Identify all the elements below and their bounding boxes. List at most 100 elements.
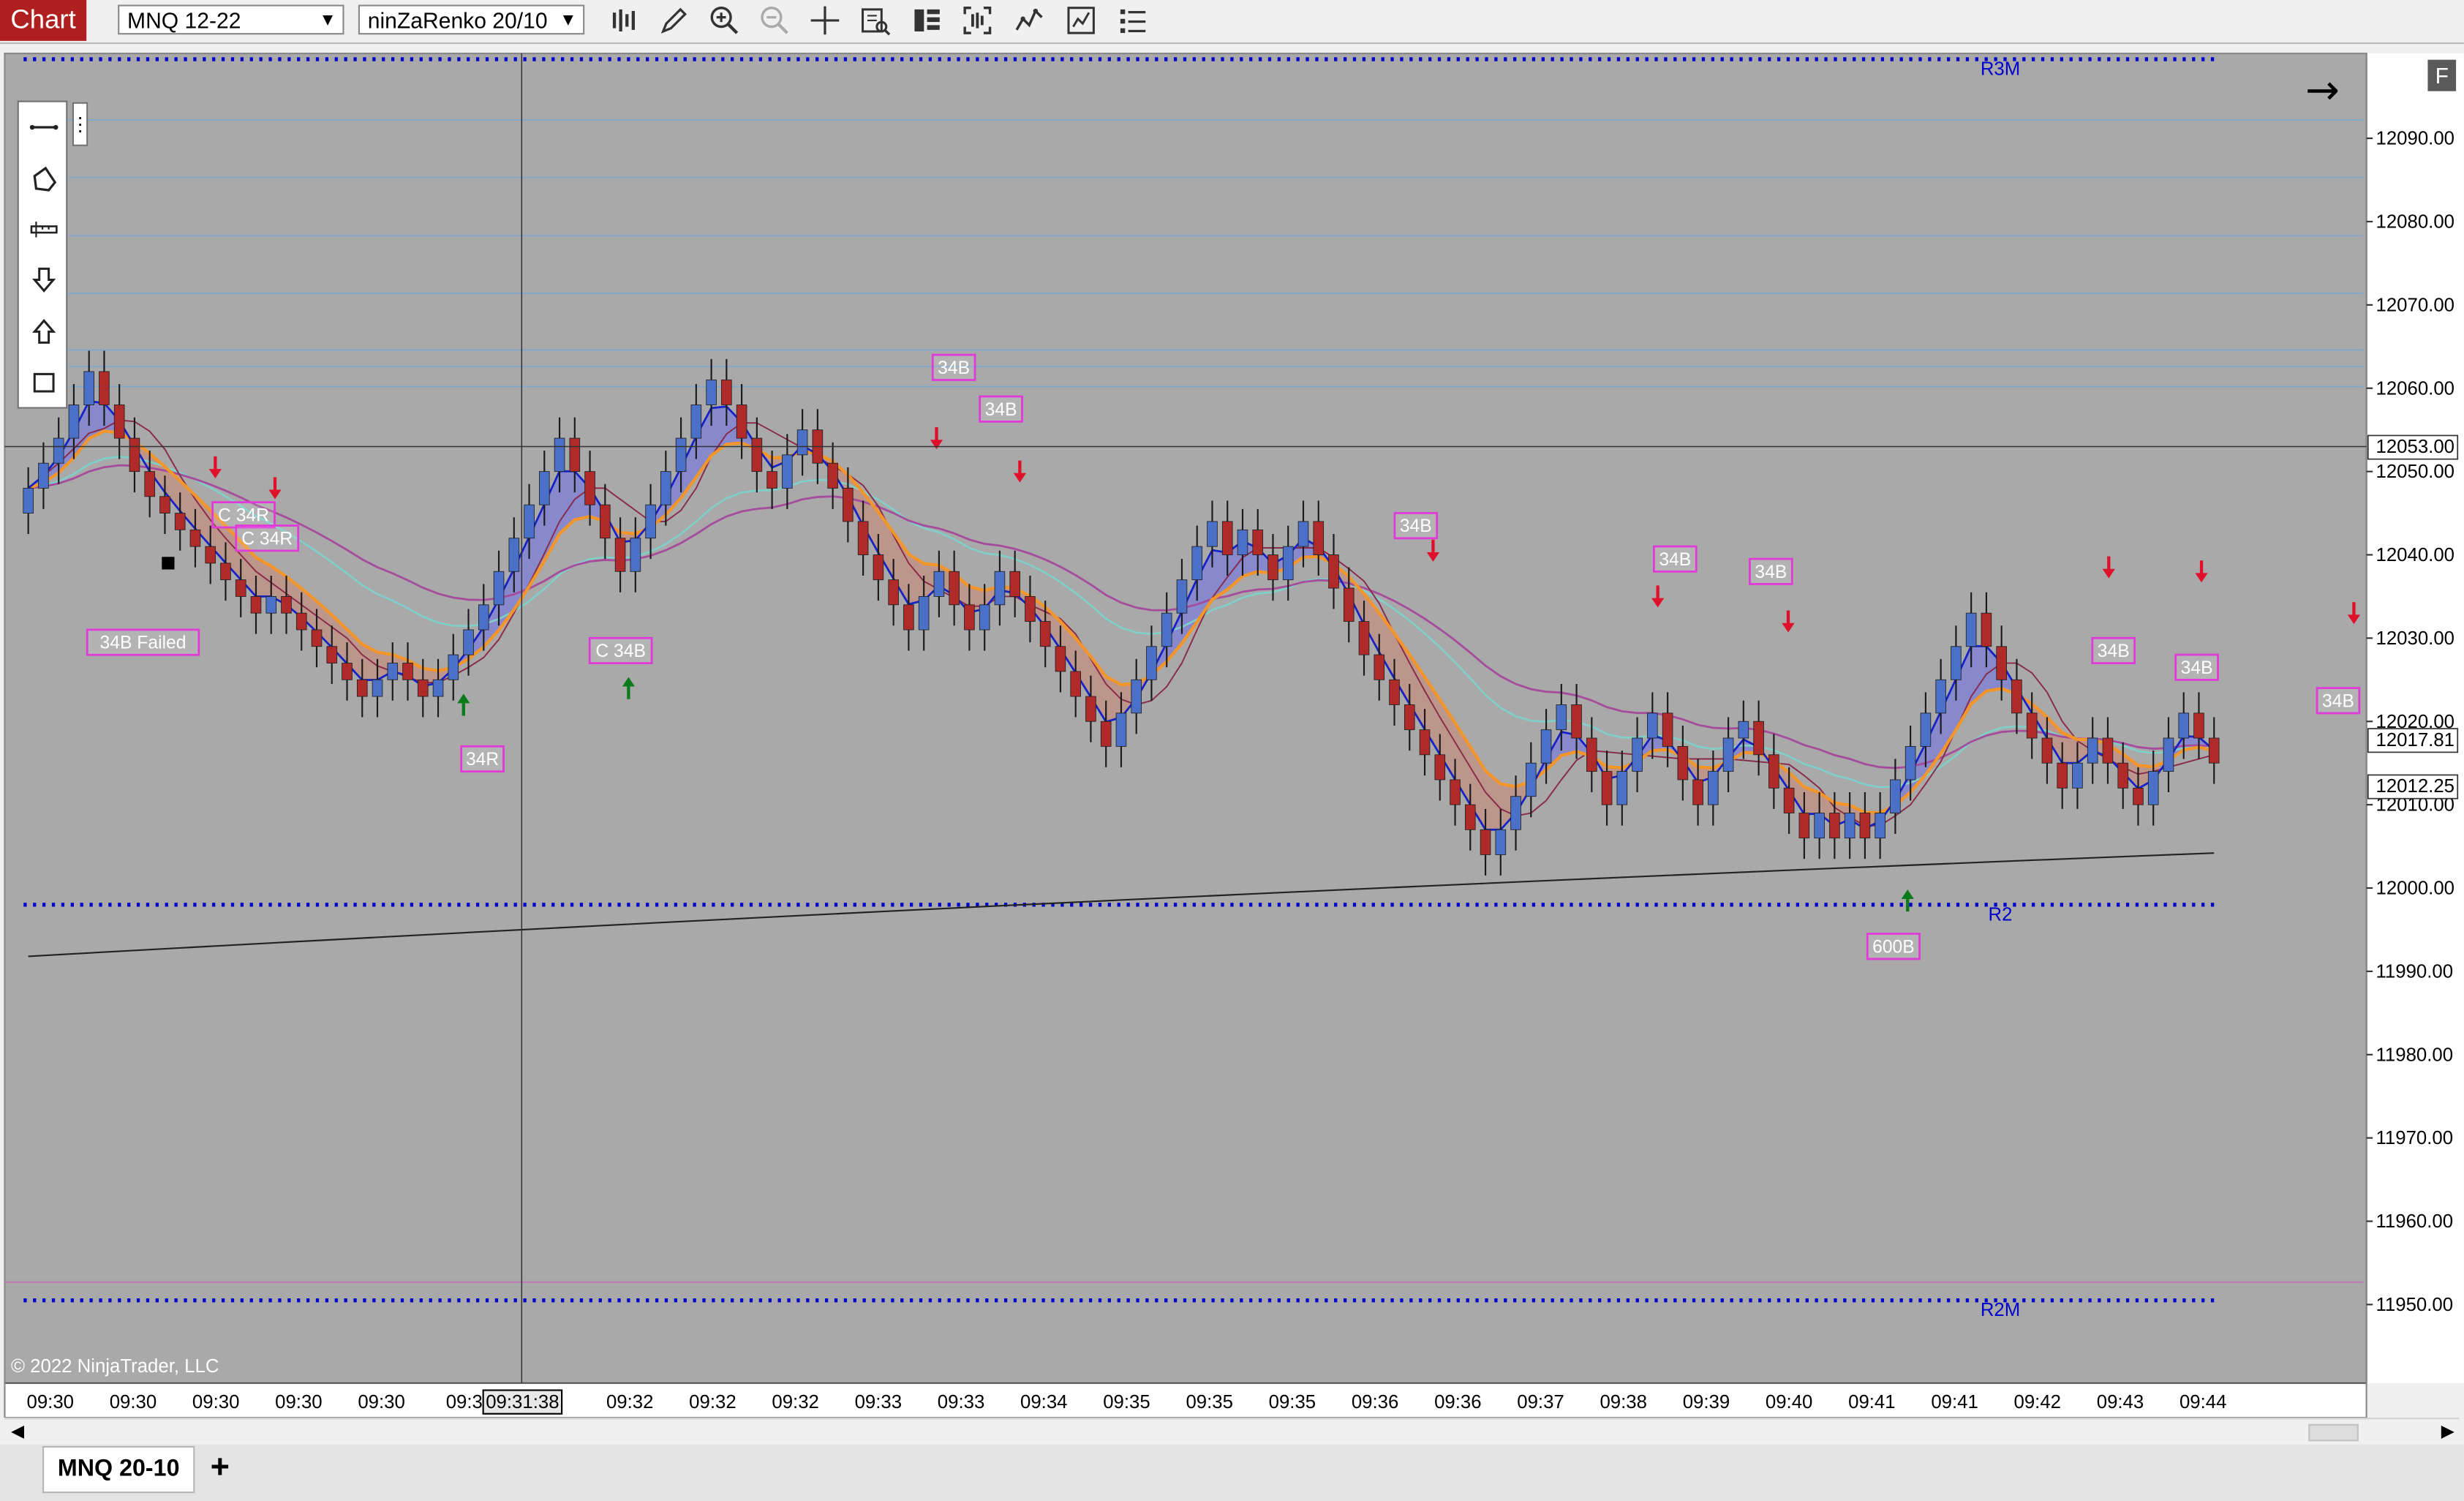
x-tick-label: 09:39 [1683,1392,1730,1412]
zoom-out-icon[interactable] [756,3,794,37]
tab-mnq-20-10[interactable]: MNQ 20-10 [42,1445,195,1494]
candle-down [2057,762,2068,789]
signal-label: 34B [2322,691,2354,711]
bar-type-icon[interactable] [605,3,643,37]
candle-down [1450,779,1461,805]
candle-down [1313,521,1325,555]
candle-up [53,437,64,464]
candle-down [1798,813,1810,839]
candle-down [205,546,216,564]
properties-icon[interactable] [1062,3,1100,37]
candle-up [372,679,383,697]
arrow-down-icon[interactable] [25,261,63,299]
candle-down [326,646,338,663]
scroll-left-icon[interactable]: ◀ [11,1421,24,1442]
signal-label: 34B [2181,658,2213,678]
candle-up [1297,521,1309,547]
x-tick-label: 09:34 [1020,1392,1067,1412]
candle-down [129,437,140,473]
signal-label: 34B [938,358,970,378]
candle-up [508,538,520,572]
toolbar-grip-icon[interactable]: ⋮ [71,102,89,146]
candle-down [1419,729,1431,756]
candle-down [903,604,914,631]
candle-up [782,454,793,489]
add-tab-button[interactable]: + [201,1450,239,1489]
bar-type-selector[interactable]: ninZaRenko 20/10 ▼ [358,4,585,35]
scroll-right-icon[interactable]: ▶ [2441,1421,2454,1442]
y-tick-label: 12060.00 [2376,378,2454,399]
candle-down [1221,521,1233,555]
chart-tab[interactable]: Chart [0,0,87,41]
candle-up [2087,737,2098,764]
candle-up [630,538,641,572]
candle-down [417,679,429,697]
instrument-selector[interactable]: MNQ 12-22 ▼ [118,4,344,35]
templates-icon[interactable] [1114,3,1152,37]
candle-down [1267,554,1278,581]
candle-up [1632,737,1643,772]
candle-down [569,437,581,473]
candle-up [706,379,717,405]
scroll-right-arrow-icon[interactable]: → [2305,67,2340,114]
x-tick-label: 09:35 [1186,1392,1232,1412]
ruler-icon[interactable] [25,211,63,249]
candle-down [1768,754,1779,789]
signal-label: 34B [985,400,1017,420]
candle-down [2041,737,2053,764]
signal-label: C 34B [595,642,646,661]
candle-down [949,571,960,606]
bar-type-value: ninZaRenko 20/10 [367,7,548,34]
candle-down [2208,737,2220,764]
scroll-thumb[interactable] [2308,1423,2359,1442]
candle-down [827,462,838,489]
data-box-icon[interactable] [856,3,894,37]
candle-down [2133,787,2144,805]
candle-down [250,596,262,614]
polygon-icon[interactable] [25,160,63,198]
chart-trader-icon[interactable] [908,3,946,37]
candle-down [857,521,869,555]
flag-button[interactable]: F [2427,59,2457,91]
zoom-in-icon[interactable] [706,3,744,37]
candle-down [1480,829,1491,855]
x-tick-label: 09:32 [772,1392,818,1412]
candle-down [843,487,854,522]
y-tick-label: 11970.00 [2376,1128,2454,1148]
candle-down [235,579,246,597]
candle-up [265,596,277,614]
price-marker-label: 12012.25 [2376,776,2454,797]
price-chart[interactable]: R3M R2 R2M C 34R C 34R 34B Failed C 34B 34R 34B… [0,44,2464,1418]
line-icon[interactable] [25,108,63,146]
candle-up [23,487,34,514]
arrow-up-icon[interactable] [25,313,63,351]
candle-up [478,604,489,631]
drawing-tool-icon[interactable] [655,3,693,37]
rectangle-icon[interactable] [25,363,63,401]
signal-label: 34B [1755,563,1787,582]
y-tick-label: 12000.00 [2376,879,2454,899]
candle-up [645,504,656,539]
indicators-icon[interactable] [1010,3,1048,37]
candle-down [159,496,170,514]
signal-label: 34B Failed [100,633,187,653]
chart-toolbar: Chart MNQ 12-22 ▼ ninZaRenko 20/10 ▼ [0,0,2464,45]
candle-down [1434,754,1446,780]
x-tick-label: 09:33 [938,1392,984,1412]
pivot-label: R2M [1981,1300,2020,1320]
x-tick-label: 09:32 [689,1392,736,1412]
candle-down [1374,654,1385,680]
candle-down [751,437,763,473]
candle-up [1510,796,1521,830]
candle-up [1844,813,1855,839]
candle-up [918,596,930,631]
candle-down [1025,596,1036,622]
horizontal-scrollbar[interactable]: ◀ ▶ [4,1418,2460,1446]
candle-down [1252,529,1264,555]
strategies-icon[interactable] [959,3,997,37]
candle-up [539,471,550,505]
candle-up [1951,646,1962,680]
candle-down [311,629,323,647]
x-tick-label: 09:44 [2179,1392,2226,1412]
crosshair-icon[interactable] [806,3,844,37]
